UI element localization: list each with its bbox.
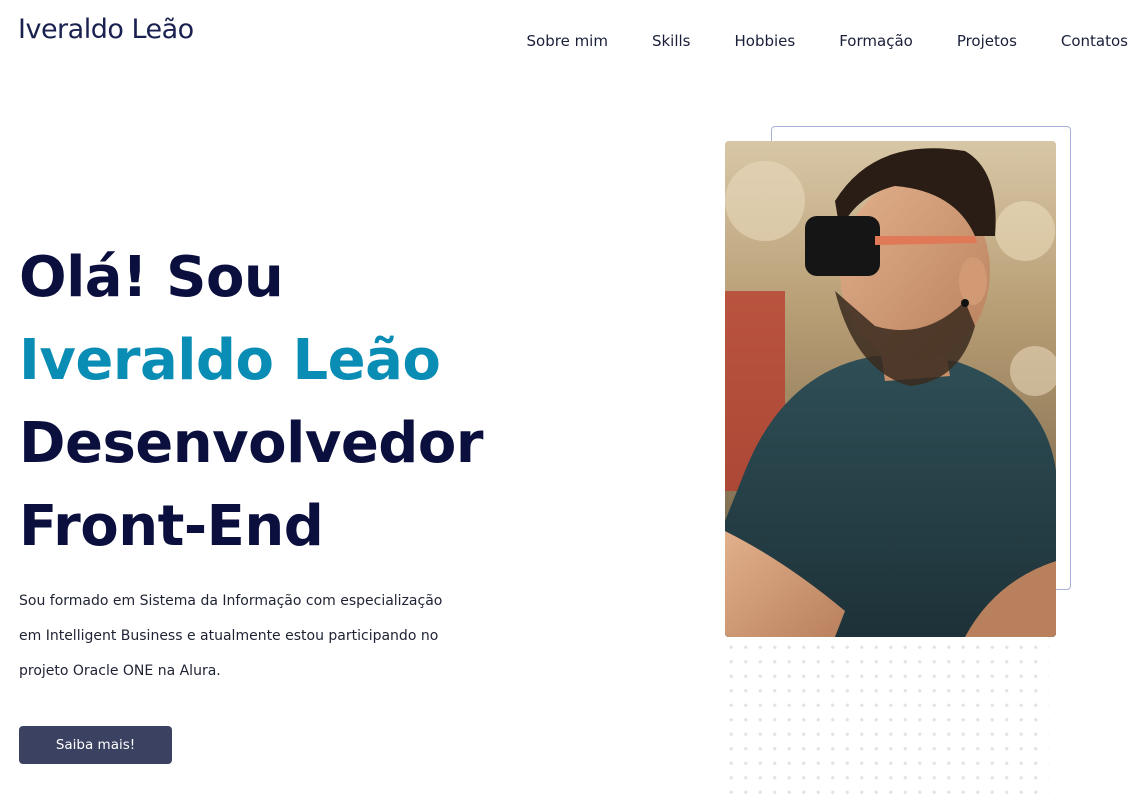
nav-link-skills[interactable]: Skills (652, 32, 691, 50)
main-nav: Sobre mim Skills Hobbies Formação Projet… (527, 32, 1128, 50)
nav-link-projetos[interactable]: Projetos (957, 32, 1017, 50)
nav-link-sobre-mim[interactable]: Sobre mim (527, 32, 608, 50)
hero-bio-line: Sou formado em Sistema da Informação com… (19, 593, 443, 609)
nav-link-hobbies[interactable]: Hobbies (735, 32, 796, 50)
site-logo[interactable]: Iveraldo Leão (18, 14, 194, 45)
hero-bio-line: projeto Oracle ONE na Alura. (19, 663, 221, 679)
dot-pattern-decoration (724, 640, 1049, 805)
nav-link-formacao[interactable]: Formação (839, 32, 913, 50)
hero-role-line1: Desenvolvedor (19, 411, 483, 476)
nav-link-contatos[interactable]: Contatos (1061, 32, 1128, 50)
hero-bio: Sou formado em Sistema da Informação com… (19, 584, 489, 689)
profile-photo-illustration (725, 141, 1056, 637)
hero-bio-line: em Intelligent Business e atualmente est… (19, 628, 439, 644)
hero-heading: Olá! Sou Iveraldo Leão Desenvolvedor Fro… (19, 236, 579, 568)
hero-greeting: Olá! Sou (19, 245, 284, 310)
hero-name: Iveraldo Leão (19, 328, 441, 393)
saiba-mais-button[interactable]: Saiba mais! (19, 726, 172, 764)
profile-photo (725, 141, 1056, 637)
hero-role-line2: Front-End (19, 494, 324, 559)
page: Iveraldo Leão Sobre mim Skills Hobbies F… (0, 0, 1138, 805)
